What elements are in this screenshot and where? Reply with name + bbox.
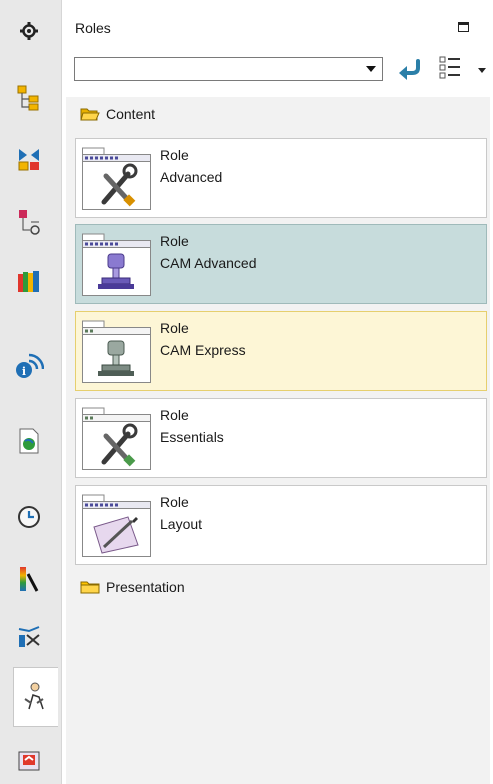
role-type: Role (160, 320, 189, 336)
role-type: Role (160, 407, 189, 423)
back-button[interactable] (396, 58, 424, 82)
layout-pen-icon (82, 494, 151, 557)
visualization-icon[interactable] (12, 562, 46, 596)
view-options-chevron-icon[interactable] (478, 68, 486, 73)
part-navigator-icon[interactable] (12, 204, 46, 238)
svg-text:i: i (22, 365, 26, 378)
role-type: Role (160, 233, 189, 249)
constraint-navigator-icon[interactable] (12, 142, 46, 176)
assembly-navigator-icon[interactable] (12, 80, 46, 114)
folder-label: Content (106, 106, 156, 122)
role-type: Role (160, 147, 189, 163)
back-arrow-icon (399, 59, 420, 80)
role-card-essentials[interactable]: Role Essentials (75, 398, 487, 478)
maximize-button[interactable] (455, 19, 471, 35)
role-name: CAM Advanced (160, 255, 257, 271)
panel-title: Roles (75, 20, 111, 36)
tools-icon (82, 147, 151, 210)
history-icon[interactable] (12, 500, 46, 534)
resource-bar: i (0, 0, 62, 784)
folder-content[interactable]: Content (80, 106, 155, 122)
chevron-down-icon[interactable] (366, 66, 376, 72)
view-options-button[interactable] (436, 54, 476, 84)
tools-icon (82, 407, 151, 470)
role-name: Essentials (160, 429, 224, 445)
folder-closed-icon (80, 581, 100, 594)
machine-icon (82, 233, 151, 296)
web-browser-icon[interactable] (12, 424, 46, 458)
role-card-cam-express[interactable]: Role CAM Express (75, 311, 487, 391)
roles-icon[interactable] (16, 680, 50, 714)
role-name: CAM Express (160, 342, 246, 358)
settings-gear-icon[interactable] (12, 14, 46, 48)
role-name: Advanced (160, 169, 223, 185)
role-card-advanced[interactable]: Role Advanced (75, 138, 487, 218)
folder-presentation[interactable]: Presentation (80, 579, 185, 595)
role-card-cam-advanced[interactable]: Role CAM Advanced (75, 224, 487, 304)
role-type: Role (160, 494, 189, 510)
system-materials-icon[interactable] (12, 744, 46, 778)
analysis-icon[interactable] (12, 620, 46, 654)
maximize-icon (457, 22, 469, 32)
folder-open-icon (80, 108, 100, 121)
information-icon[interactable]: i (12, 348, 46, 382)
role-filter-combo[interactable] (74, 57, 383, 81)
list-view-icon (439, 56, 460, 79)
role-card-layout[interactable]: Role Layout (75, 485, 487, 565)
reuse-library-icon[interactable] (12, 264, 46, 298)
role-name: Layout (160, 516, 203, 532)
machine-icon (82, 320, 151, 383)
folder-label: Presentation (106, 579, 185, 595)
